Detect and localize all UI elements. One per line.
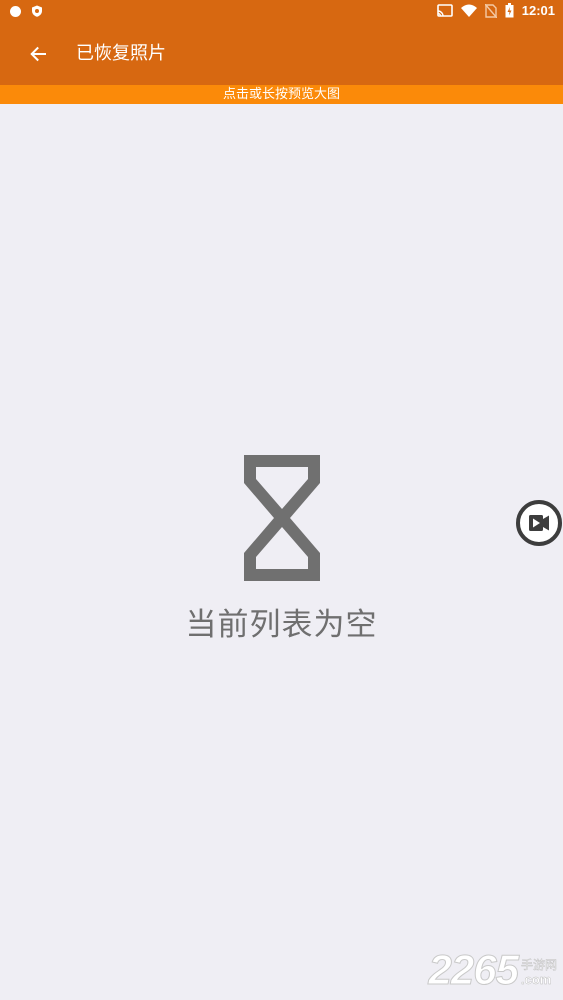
shield-icon: [32, 5, 42, 17]
watermark-number: 2265: [428, 946, 519, 993]
app-bar: 已恢复照片: [0, 24, 563, 85]
floating-video-button[interactable]: [516, 500, 562, 546]
no-sim-icon: [484, 3, 497, 18]
battery-icon: [505, 3, 514, 18]
watermark-com: .com: [520, 972, 552, 987]
status-right-icons: 12:01: [436, 3, 555, 18]
hourglass-icon: [243, 455, 320, 581]
arrow-left-icon: [30, 46, 46, 62]
back-button[interactable]: [24, 40, 52, 68]
video-play-icon: [516, 500, 562, 546]
watermark-cn: 手游网: [520, 958, 557, 972]
cast-icon: [436, 4, 453, 17]
status-bar: 12:01: [0, 0, 563, 24]
page-title: 已恢复照片: [76, 43, 166, 64]
empty-state: 当前列表为空: [0, 455, 563, 644]
watermark-side: 手游网 .com: [521, 958, 557, 987]
wifi-icon: [460, 4, 477, 17]
notification-dot-icon: [10, 5, 21, 17]
watermark-logo: 2265 手游网 .com: [428, 946, 557, 993]
status-time: 12:01: [521, 3, 555, 18]
status-left-icons: [10, 5, 43, 17]
hint-bar: 点击或长按预览大图: [0, 85, 563, 104]
empty-list-message: 当前列表为空: [185, 607, 378, 643]
